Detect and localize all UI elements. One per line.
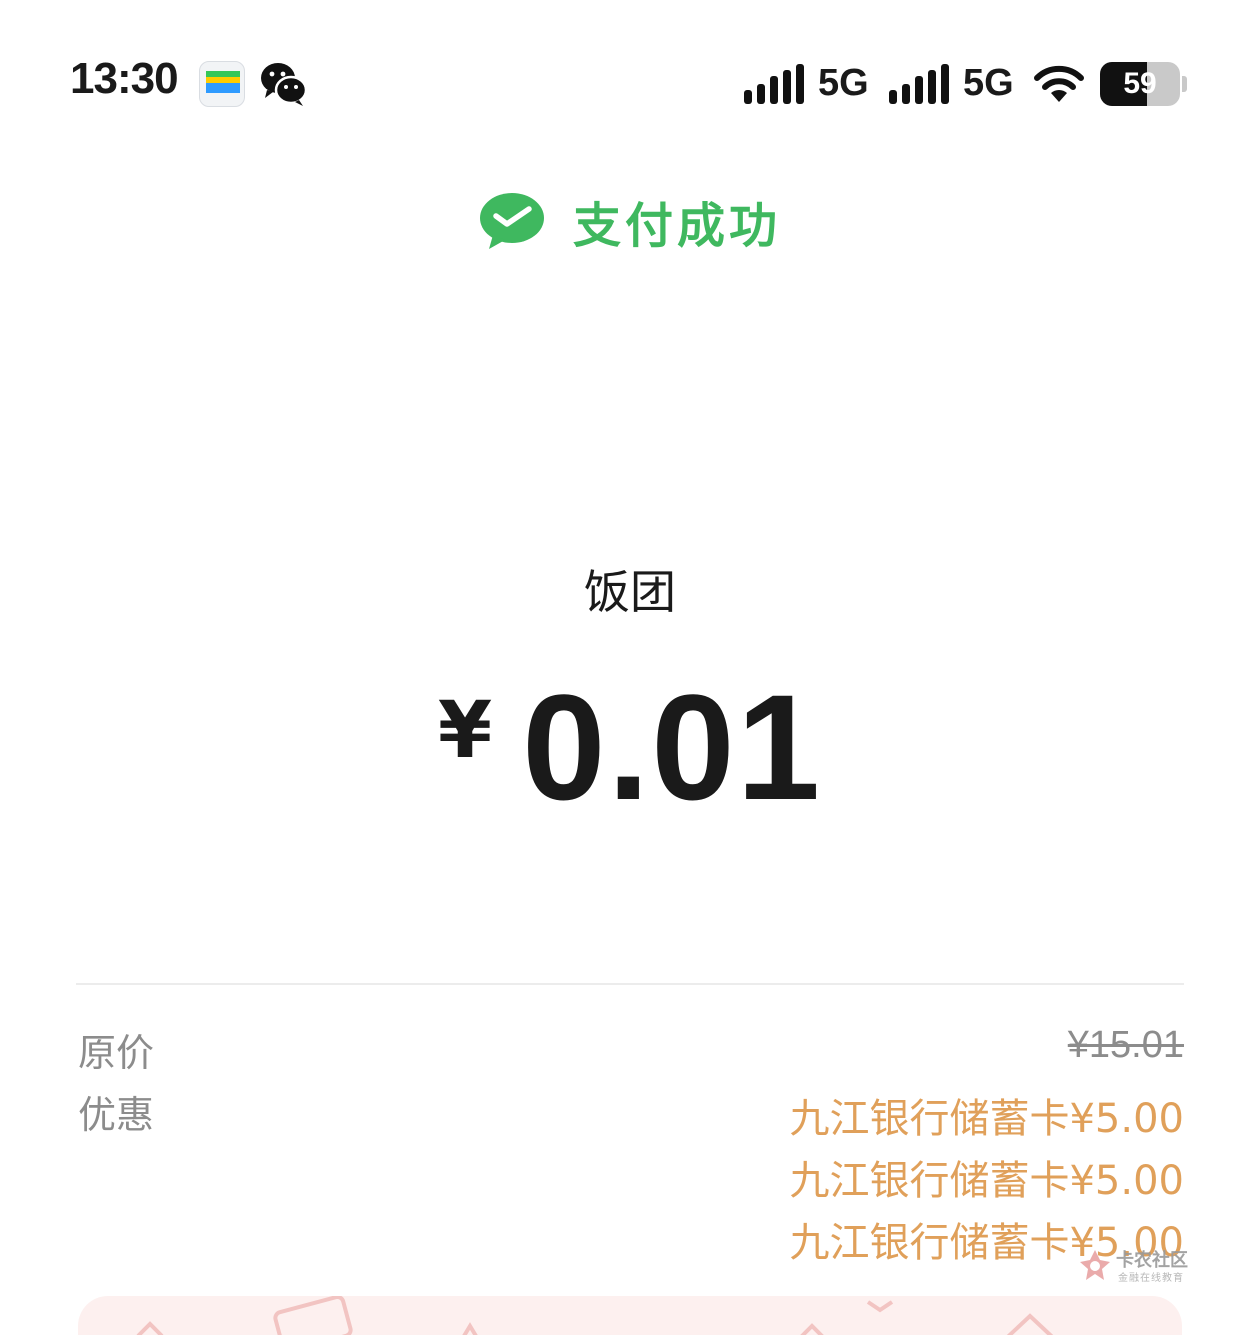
original-price-value: ¥15.01 <box>1067 1024 1184 1066</box>
wallet-app-icon <box>199 61 245 107</box>
promo-card-decoration <box>136 1296 1054 1335</box>
original-price-label: 原价 <box>78 1031 155 1075</box>
wechat-pay-icon <box>479 193 544 249</box>
amount-value: 0.01 <box>522 663 823 831</box>
divider <box>76 983 1184 985</box>
watermark-subtitle: 金融在线教育 <box>1118 1273 1184 1284</box>
payment-success-header: 支付成功 <box>0 186 1260 256</box>
currency-symbol: ¥ <box>437 686 493 776</box>
discount-item: 九江银行储蓄卡¥5.00 <box>789 1158 1184 1204</box>
network-type-label-1: 5G <box>818 62 869 104</box>
network-type-label-2: 5G <box>963 62 1014 104</box>
merchant-name: 饭团 <box>584 565 676 619</box>
wifi-icon <box>1034 65 1084 102</box>
status-time: 13:30 <box>70 54 179 103</box>
discount-item: 九江银行储蓄卡¥5.00 <box>789 1096 1184 1142</box>
payment-amount: ¥ 0.01 <box>0 672 1260 822</box>
signal-icon-1 <box>744 64 804 104</box>
battery-icon: 59 <box>1100 62 1180 106</box>
promo-card[interactable] <box>78 1296 1182 1335</box>
payment-success-text: 支付成功 <box>572 198 781 254</box>
status-bar: 13:30 5G 5G 59 <box>0 0 1260 160</box>
wechat-icon <box>261 63 308 106</box>
watermark-logo-icon <box>1080 1250 1110 1280</box>
signal-icon-2 <box>889 64 949 104</box>
watermark: 卡农社区 金融在线教育 <box>1078 1246 1202 1286</box>
discount-label: 优惠 <box>78 1093 155 1137</box>
battery-level: 59 <box>1123 67 1157 100</box>
battery-tip <box>1182 76 1187 92</box>
